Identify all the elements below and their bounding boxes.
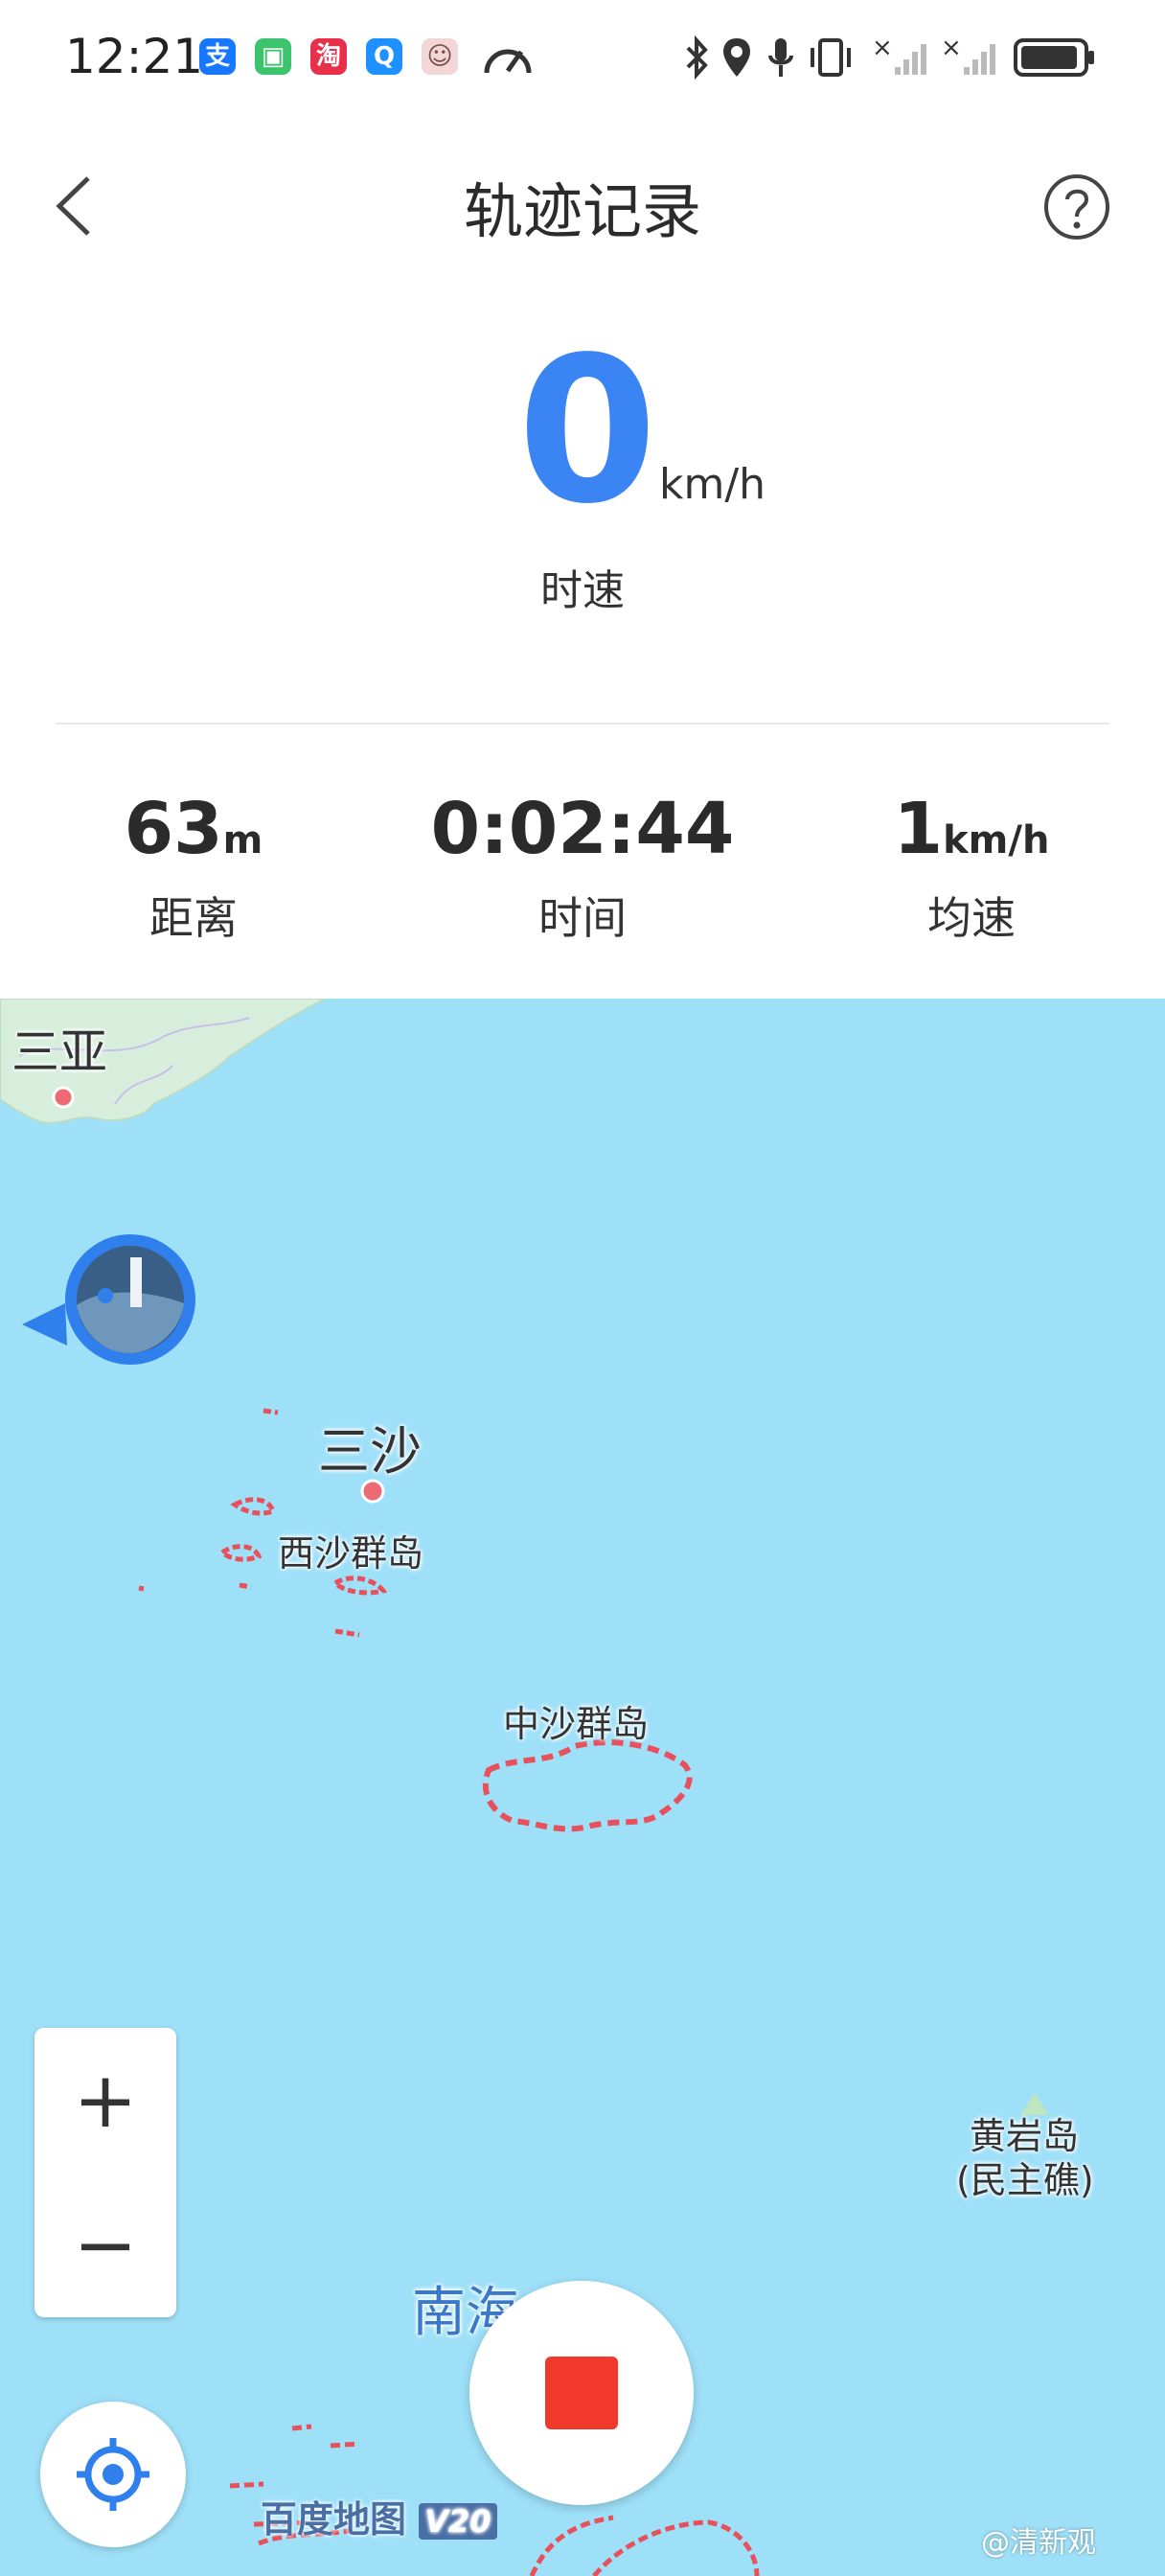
svg-text:×: × xyxy=(872,34,893,62)
zoom-in-button[interactable]: + xyxy=(34,2028,176,2173)
user-location-marker[interactable] xyxy=(17,1190,199,1372)
location-icon xyxy=(723,38,750,77)
locate-button[interactable] xyxy=(40,2402,186,2547)
crosshair-icon xyxy=(77,2438,149,2511)
map-view[interactable]: 三亚 三沙 西沙群岛 中沙群岛 黄岩岛 (民主礁) 南海 百度地图 V20 @清… xyxy=(0,999,1165,2576)
stop-icon xyxy=(545,2357,618,2429)
label-minzhu-reef: (民主礁) xyxy=(956,2159,1094,2201)
label-sansha: 三沙 xyxy=(318,1421,422,1482)
time-value: 0:02:44 xyxy=(430,788,735,870)
zoom-out-button[interactable]: − xyxy=(34,2173,176,2317)
label-zhongsha: 中沙群岛 xyxy=(503,1703,650,1745)
logo-text: 百度地图 xyxy=(261,2498,407,2541)
avg-speed-value: 1km/h xyxy=(893,788,1050,870)
help-icon[interactable] xyxy=(1042,172,1111,242)
search-app-icon: Q xyxy=(366,38,402,75)
microphone-icon xyxy=(768,38,793,77)
zhongsha-reefs xyxy=(482,1739,693,1832)
zoom-control: + − xyxy=(34,2028,176,2317)
baidu-map-logo: 百度地图 V20 xyxy=(261,2490,497,2542)
divider xyxy=(56,723,1109,724)
label-xisha: 西沙群岛 xyxy=(278,1532,424,1575)
speedometer-icon xyxy=(484,49,532,74)
taobao-icon: 淘 xyxy=(310,38,347,75)
sim-icon: ▣ xyxy=(255,38,291,75)
current-speed: 0 xyxy=(517,313,658,548)
logo-version: V20 xyxy=(419,2503,497,2540)
battery-icon xyxy=(1014,38,1094,77)
signal-1-icon: × xyxy=(872,34,926,75)
svg-text:×: × xyxy=(941,34,962,62)
status-time: 12:21 xyxy=(65,29,204,84)
stop-recording-button[interactable] xyxy=(469,2281,694,2505)
speed-label: 时速 xyxy=(540,566,625,615)
bluetooth-icon xyxy=(686,34,708,80)
status-bar: 12:21 支 ▣ 淘 Q ☺ × × xyxy=(0,0,1165,115)
avatar-app-icon: ☺ xyxy=(422,38,458,75)
distance-label: 距离 xyxy=(149,892,238,944)
signal-2-icon: × xyxy=(941,34,995,75)
page-title: 轨迹记录 xyxy=(463,176,701,246)
watermark: @清新观 xyxy=(981,2526,1096,2560)
alipay-icon: 支 xyxy=(199,38,236,75)
time-label: 时间 xyxy=(538,892,627,944)
vibrate-icon xyxy=(811,38,851,77)
sanya-dot xyxy=(52,1086,75,1109)
avg-speed-label: 均速 xyxy=(927,892,1016,944)
speed-unit: km/h xyxy=(659,460,766,509)
label-sanya: 三亚 xyxy=(11,1024,107,1080)
distance-value: 63m xyxy=(124,788,263,870)
